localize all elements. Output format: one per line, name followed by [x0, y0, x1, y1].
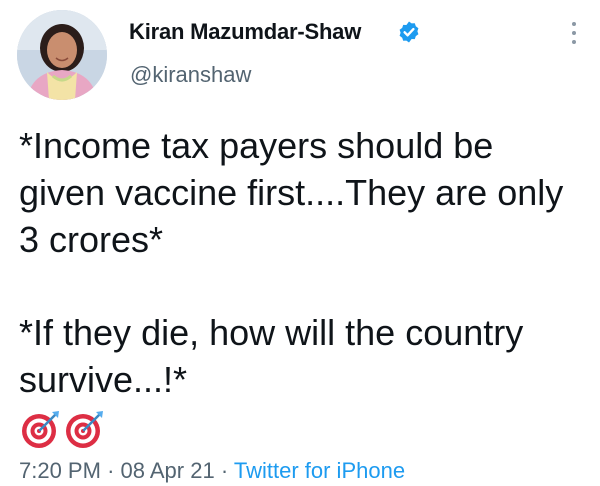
more-vertical-icon[interactable] [566, 22, 582, 50]
emoji-row [19, 408, 105, 452]
avatar-image [17, 10, 107, 100]
meta-separator: · [220, 458, 229, 483]
meta-separator: · [107, 458, 115, 483]
direct-hit-icon [22, 411, 59, 448]
tweet-source-link[interactable]: Twitter for iPhone [234, 458, 405, 483]
tweet-time[interactable]: 7:20 PM [19, 458, 101, 483]
tweet-text-line: survive...!* [19, 359, 188, 400]
tweet-text-line: *If they die, how will the country [19, 312, 524, 353]
avatar[interactable] [17, 10, 107, 100]
tweet-text-line: *Income tax payers should be [19, 125, 494, 166]
direct-hit-icon [66, 411, 103, 448]
tweet-date[interactable]: 08 Apr 21 [121, 458, 215, 483]
tweet-text-line: 3 crores* [19, 219, 164, 260]
handle[interactable]: @kiranshaw [130, 62, 251, 88]
tweet-text-line: given vaccine first....They are only [19, 172, 564, 213]
tweet-metadata: 7:20 PM · 08 Apr 21 · Twitter for iPhone [19, 458, 405, 484]
display-name[interactable]: Kiran Mazumdar-Shaw [129, 19, 361, 45]
tweet-card: Kiran Mazumdar-Shaw @kiranshaw *Income t… [0, 0, 600, 486]
verified-badge-icon [399, 21, 419, 43]
